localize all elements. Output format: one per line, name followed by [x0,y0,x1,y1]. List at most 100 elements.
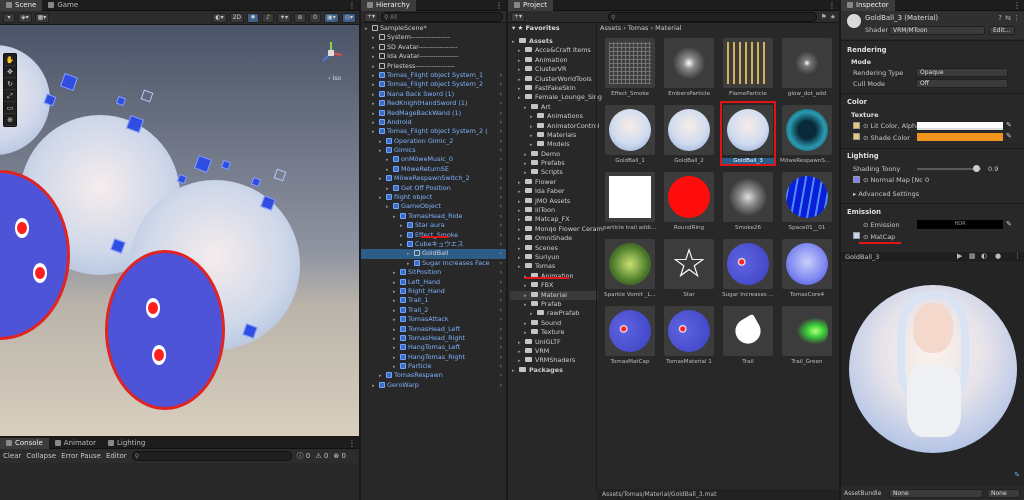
asset-item[interactable]: Smoke26 [721,172,775,231]
hierarchy-item[interactable]: ▸ HangTomas_Right › [361,353,506,362]
project-folder-item[interactable]: ▸ Packages [510,366,598,375]
asset-item[interactable]: Sugar Increases ... [721,239,775,298]
asset-item[interactable]: FlameParticle [721,38,775,97]
lit-texture-slot[interactable] [853,122,860,129]
normal-map-value[interactable]: 0 [925,176,929,184]
project-folder-item[interactable]: ▸ AnimatorControl [510,122,599,131]
scene-orientation-gizmo[interactable] [317,39,345,67]
prefab-arrow-icon[interactable]: › [499,193,502,202]
project-folder-item[interactable]: ▸ Prafab [510,300,598,309]
project-folder-item[interactable]: ▸ JMO Assets [510,197,598,206]
expand-arrow-icon[interactable]: ▸ [512,367,519,376]
prefab-arrow-icon[interactable]: › [499,371,502,380]
prefab-arrow-icon[interactable]: › [499,109,502,118]
breadcrumb-material[interactable]: Material [655,24,681,32]
project-folder-item[interactable]: ▸ VRM [510,347,598,356]
project-folder-item[interactable]: ▸ Models [510,140,598,149]
eyedropper-icon[interactable]: ✎ [1006,121,1012,129]
hierarchy-item[interactable]: ▸ RedMageBackWand (1) › [361,109,506,118]
hierarchy-item[interactable]: ▸ SitPosition › [361,268,506,277]
cull-mode-dropdown[interactable]: Off [916,79,1008,88]
project-folder-item[interactable]: ▸ Texture [510,328,598,337]
asset-item[interactable]: RoundRing [662,172,716,231]
panel-menu-icon[interactable]: ⋮ [828,0,836,11]
hierarchy-item[interactable]: ▸ TomasHead_Right › [361,334,506,343]
prefab-arrow-icon[interactable]: › [499,231,502,240]
shading-toony-value[interactable]: 0.9 [988,165,998,173]
prefab-arrow-icon[interactable]: › [499,315,502,324]
eyedropper-icon[interactable]: ✎ [1006,220,1012,228]
hierarchy-item[interactable]: ▸ GameObject › [361,202,506,211]
hierarchy-item[interactable]: ▸ SD Avatar----------------- [361,43,506,52]
hierarchy-item[interactable]: ▸ HangTomas_Left › [361,343,506,352]
prefab-arrow-icon[interactable]: › [499,118,502,127]
hierarchy-item[interactable]: ▸ TomasAttack › [361,315,506,324]
project-folder-item[interactable]: ▸ VRMShaders [510,356,598,365]
project-folder-item[interactable]: ▸ FBX [510,281,598,290]
project-folder-item[interactable]: ▸ Material [510,290,598,300]
light-icon[interactable]: ◐ [981,252,987,260]
advanced-settings-foldout[interactable]: ▸ Advanced Settings [853,190,919,198]
gizmos-dropdown[interactable]: ◎▾ [341,12,356,23]
prefab-arrow-icon[interactable]: › [499,249,502,258]
hierarchy-item[interactable]: ▸ GeroWarp › [361,381,506,390]
hierarchy-item[interactable]: ▸ Tomas_Flight object System_2 › [361,80,506,89]
prefab-arrow-icon[interactable]: › [499,212,502,221]
slider-thumb[interactable] [973,165,980,172]
asset-variant-dropdown[interactable]: None [987,489,1020,498]
rendering-type-dropdown[interactable]: Opaque [916,68,1008,77]
hierarchy-item[interactable]: ▸ Android › [361,118,506,127]
prefab-arrow-icon[interactable]: › [499,362,502,371]
hierarchy-item[interactable]: ▸ Nana Back Sword (1) › [361,90,506,99]
star-icon[interactable]: ★ [830,13,836,21]
asset-item[interactable]: MöweRespawnSw... [780,105,834,164]
project-folder-item[interactable]: ▸Animation [510,56,598,65]
hierarchy-item[interactable]: ▸ onMöweMusic_0 › [361,155,506,164]
tab-scene[interactable]: Scene [0,0,43,11]
sphere-icon[interactable]: ● [995,252,1001,260]
project-folder-item[interactable]: ▸ Suriyun [510,253,598,262]
project-folder-item[interactable]: ▸ Tomas [510,262,598,271]
hierarchy-item[interactable]: ▸ Left_Hand › [361,278,506,287]
lit-color-swatch[interactable] [917,122,1003,130]
breadcrumb-tomas[interactable]: Tomas [628,24,649,32]
project-folder-item[interactable]: ▸ Prefabs [510,159,598,168]
prefab-arrow-icon[interactable]: › [499,343,502,352]
asset-item[interactable]: TomasCore4 [780,239,834,298]
project-folder-item[interactable]: ▸ Flower [510,178,598,187]
project-folder-item[interactable]: ▸ Monqo Flower Ceram [510,225,603,234]
project-folder-item[interactable]: ▸ UniGLTF [510,338,598,347]
effects-dropdown[interactable]: ✦▾ [277,12,292,23]
asset-item[interactable]: Trail_Green [780,306,834,365]
clear-button[interactable]: Clear [3,452,21,460]
create-dropdown[interactable]: +▾ [364,11,379,22]
hierarchy-item[interactable]: ▸ MöweRespawnSwitch_2 › [361,174,506,183]
hierarchy-item[interactable]: ▸ Sugar Increases Face › [361,259,506,268]
prefab-arrow-icon[interactable]: › [499,80,502,89]
more-icon[interactable]: ⋮ [1013,14,1020,22]
grid-snap-dropdown[interactable]: ▦▾ [34,12,50,23]
shading-mode-dropdown[interactable]: ◐▾ [212,12,227,23]
camera-dropdown[interactable]: ▣▾ [324,12,339,23]
edit-shader-button[interactable]: Edit... [989,26,1015,35]
asset-item[interactable]: Effect_Smoke [603,38,657,97]
rect-icon[interactable]: ▭ [4,102,16,114]
project-folder-item[interactable]: ▸ rawPrafab [510,309,598,318]
hierarchy-item[interactable]: ▸ Operation Gimic_2 › [361,137,506,146]
prefab-arrow-icon[interactable]: › [499,90,502,99]
prefab-arrow-icon[interactable]: › [499,146,502,155]
asset-item[interactable]: TomasMaterial 1 [662,306,716,365]
console-search-input[interactable]: ⚲ [131,451,292,461]
asset-item[interactable]: GoldBall_2 [662,105,716,164]
help-icon[interactable]: ? [998,14,1002,22]
prefab-arrow-icon[interactable]: › [499,325,502,334]
project-folder-item[interactable]: ▸ Acce&Craft Items [510,46,598,55]
hierarchy-item[interactable]: ▸ Right_Hand › [361,287,506,296]
error-pause-button[interactable]: Error Pause [61,452,101,460]
asset-item[interactable]: Trail [721,306,775,365]
hierarchy-item[interactable]: ▸ Star aura › [361,221,506,230]
hand-tool-dropdown[interactable]: ▾ [3,12,15,23]
project-folder-item[interactable]: ▸ ClusterVR [510,65,598,74]
hierarchy-item[interactable]: ▸ Particle › [361,362,506,371]
mesh-icon[interactable]: ▦ [969,252,976,260]
